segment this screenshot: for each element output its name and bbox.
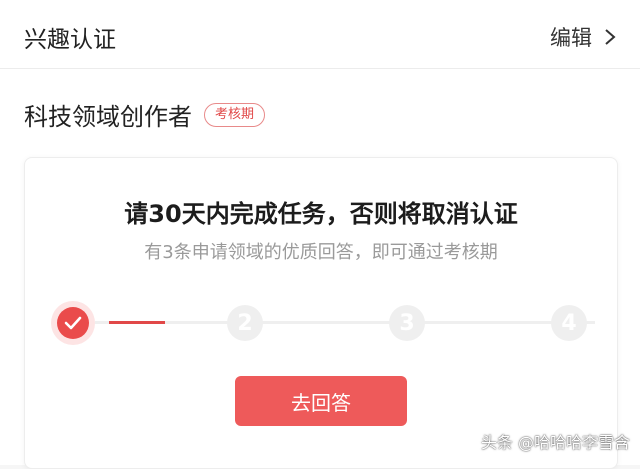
step-4: 4 — [551, 305, 587, 341]
main-content: 科技领域创作者 考核期 请30天内完成任务，否则将取消认证 有3条申请领域的优质… — [0, 69, 640, 469]
step-2: 2 — [227, 305, 263, 341]
go-answer-button[interactable]: 去回答 — [235, 376, 407, 426]
task-card: 请30天内完成任务，否则将取消认证 有3条申请领域的优质回答，即可通过考核期 2… — [24, 157, 618, 469]
edit-label: 编辑 — [550, 26, 592, 50]
task-title: 请30天内完成任务，否则将取消认证 — [124, 200, 518, 228]
page-header: 兴趣认证 编辑 — [0, 0, 640, 69]
step-1-done — [51, 301, 95, 345]
edit-button[interactable]: 编辑 — [550, 22, 618, 52]
chevron-right-icon — [605, 29, 616, 45]
page-title: 兴趣认证 — [24, 27, 116, 53]
check-icon — [64, 316, 82, 330]
status-badge: 考核期 — [204, 102, 266, 127]
progress-steps: 2 3 4 — [25, 298, 617, 348]
step-3: 3 — [389, 305, 425, 341]
progress-active-segment — [109, 321, 165, 324]
progress-track — [95, 321, 595, 324]
certification-name: 科技领域创作者 — [24, 103, 192, 131]
certification-row: 科技领域创作者 考核期 — [24, 97, 266, 132]
watermark: 头条 @哈哈哈李雪含 — [480, 433, 630, 452]
task-subtitle: 有3条申请领域的优质回答，即可通过考核期 — [144, 242, 498, 263]
